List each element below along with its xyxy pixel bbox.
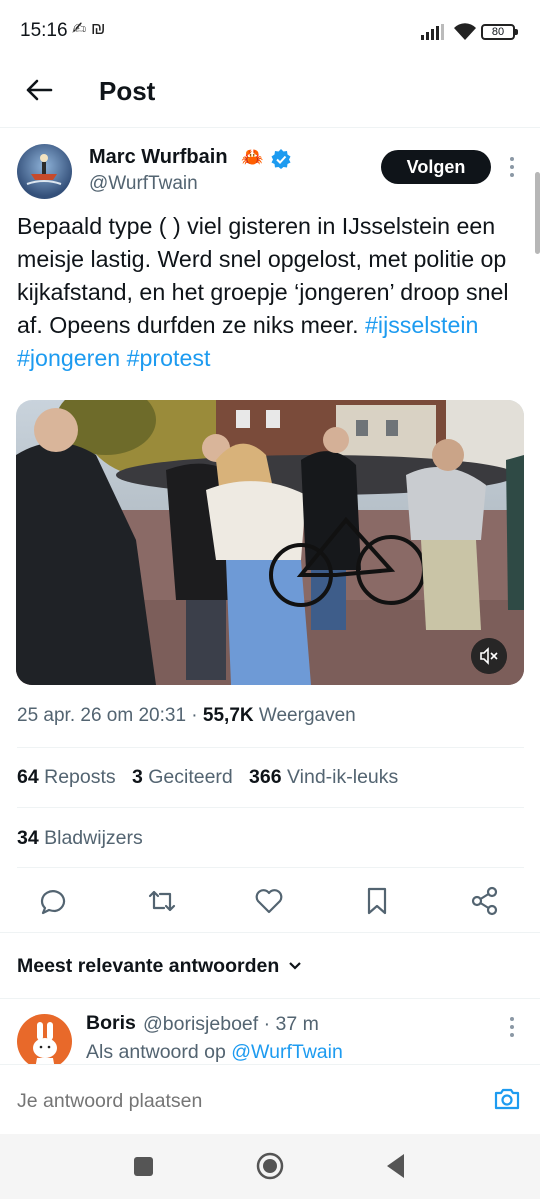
repost-icon[interactable] xyxy=(145,884,179,918)
bookmarks-divider xyxy=(17,867,524,868)
mute-icon[interactable] xyxy=(471,638,507,674)
page-title: Post xyxy=(99,76,156,106)
hashtag-link[interactable]: #jongeren xyxy=(17,345,120,371)
quotes-label: Geciteerd xyxy=(148,766,233,788)
more-options-icon[interactable] xyxy=(505,154,519,180)
recent-apps-button[interactable] xyxy=(134,1157,153,1176)
post-text: Bepaald type ( ) viel gisteren in IJssel… xyxy=(17,210,517,375)
bunny-icon xyxy=(33,1022,57,1069)
follow-button[interactable]: Volgen xyxy=(381,150,491,184)
reposts-count: 64 xyxy=(17,766,39,788)
reposts-stat[interactable]: 64 Reposts xyxy=(17,766,116,788)
meta-separator: · xyxy=(191,705,198,726)
post-timestamp[interactable]: 25 apr. 26 om 20:31 xyxy=(17,705,186,726)
video-frame xyxy=(16,400,524,685)
chevron-down-icon[interactable] xyxy=(287,958,303,974)
reply-input[interactable] xyxy=(17,1090,457,1113)
reply-to-line: Als antwoord op @WurfTwain xyxy=(86,1041,343,1064)
verified-badge-icon xyxy=(271,149,291,169)
avatar-figure-icon xyxy=(26,154,62,185)
camera-icon[interactable] xyxy=(492,1084,522,1114)
stats-divider xyxy=(17,807,524,808)
reply-handle-time: @borisjeboef · 37 m xyxy=(143,1013,319,1036)
reply-icon[interactable] xyxy=(37,884,71,918)
author-name[interactable]: Marc Wurfbain xyxy=(89,146,228,169)
reply-avatar[interactable] xyxy=(17,1014,72,1069)
bookmark-icon[interactable] xyxy=(360,884,394,918)
quotes-stat[interactable]: 3 Geciteerd xyxy=(132,766,233,788)
wifi-icon xyxy=(454,23,476,40)
hashtag-link[interactable]: #ijsselstein xyxy=(365,312,478,338)
sort-divider xyxy=(0,998,540,999)
bookmarks-label: Bladwijzers xyxy=(44,827,143,849)
author-handle[interactable]: @WurfTwain xyxy=(89,173,198,195)
likes-count: 366 xyxy=(249,766,282,788)
reply-author-handle[interactable]: @borisjeboef xyxy=(143,1013,258,1035)
bookmarks-stat[interactable]: 34 Bladwijzers xyxy=(17,827,143,850)
share-icon[interactable] xyxy=(468,884,502,918)
reply-to-prefix: Als antwoord op xyxy=(86,1041,226,1063)
header-divider xyxy=(0,127,540,128)
scrollbar[interactable] xyxy=(535,172,540,254)
reposts-label: Reposts xyxy=(44,766,116,788)
signal-icon xyxy=(421,24,444,40)
nav-back-button[interactable] xyxy=(385,1153,405,1179)
home-button[interactable] xyxy=(256,1152,284,1180)
likes-stat[interactable]: 366 Vind-ik-leuks xyxy=(249,766,398,788)
hashtag-link[interactable]: #protest xyxy=(127,345,211,371)
author-avatar[interactable] xyxy=(17,144,72,199)
reply-sort-dropdown[interactable]: Meest relevante antwoorden xyxy=(17,955,279,978)
notification-icons: ✍︎ ₪ xyxy=(72,19,106,38)
bookmarks-count: 34 xyxy=(17,827,39,849)
reply-time: 37 m xyxy=(275,1013,319,1035)
crab-emoji: 🦀 xyxy=(241,147,264,167)
reply-separator: · xyxy=(263,1013,271,1035)
back-arrow-icon[interactable] xyxy=(24,75,54,105)
reply-more-options-icon[interactable] xyxy=(505,1014,519,1040)
likes-label: Vind-ik-leuks xyxy=(287,766,399,788)
battery-icon: 80 xyxy=(481,24,515,40)
like-icon[interactable] xyxy=(252,884,286,918)
views-label: Weergaven xyxy=(258,705,356,726)
post-stats: 64 Reposts 3 Geciteerd 366 Vind-ik-leuks xyxy=(17,766,398,789)
post-meta: 25 apr. 26 om 20:31 · 55,7K Weergaven xyxy=(17,705,356,727)
meta-divider xyxy=(17,747,524,748)
status-bar: 15:16 ✍︎ ₪ 80 xyxy=(0,0,540,62)
status-time: 15:16 xyxy=(20,20,68,41)
post-video[interactable] xyxy=(16,400,524,685)
battery-tip xyxy=(515,29,518,35)
actions-divider xyxy=(0,932,540,933)
views-count: 55,7K xyxy=(202,705,254,726)
quotes-count: 3 xyxy=(131,766,143,788)
reply-to-link[interactable]: @WurfTwain xyxy=(231,1041,343,1063)
reply-author-name[interactable]: Boris xyxy=(86,1012,136,1035)
